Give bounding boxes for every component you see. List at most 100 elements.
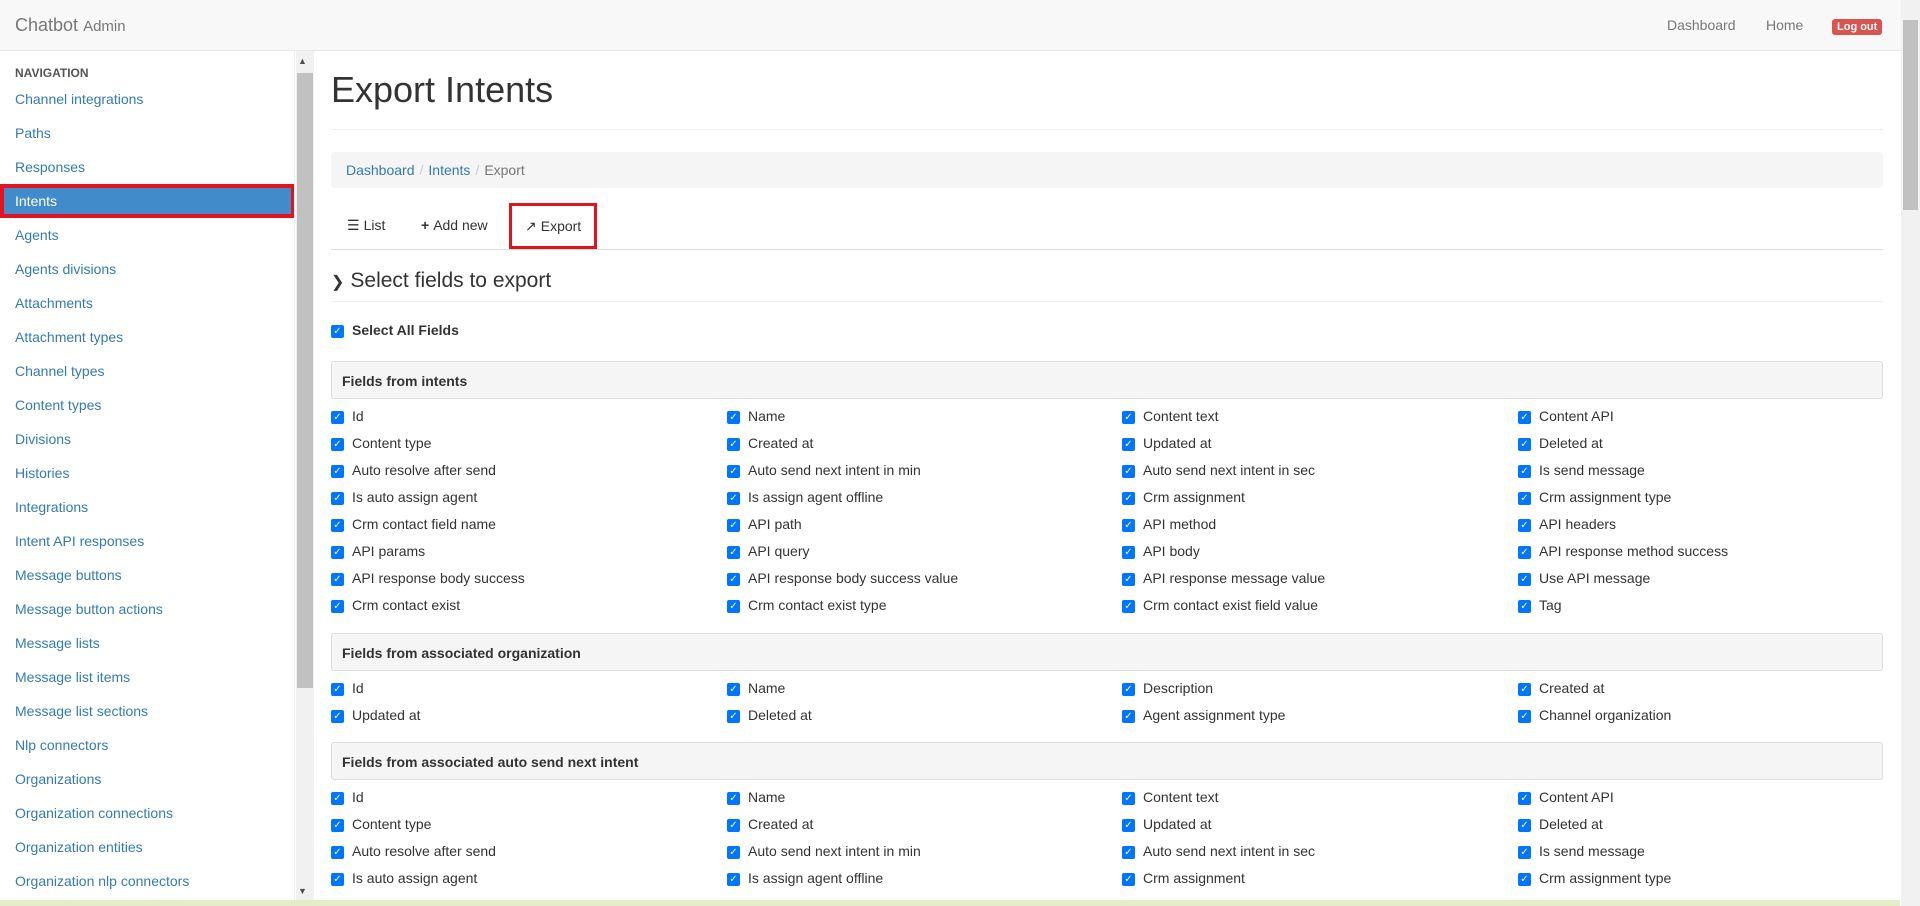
- checkbox[interactable]: ✓: [331, 872, 344, 886]
- field-checkbox[interactable]: ✓ API response body success: [331, 565, 525, 592]
- checkbox[interactable]: ✓: [1122, 545, 1135, 559]
- field-checkbox[interactable]: ✓ Is send message: [1518, 457, 1645, 484]
- field-checkbox[interactable]: ✓ API params: [331, 538, 425, 565]
- sidebar-item-channel-types[interactable]: Channel types: [0, 354, 294, 388]
- checkbox[interactable]: ✓: [727, 682, 740, 696]
- checkbox[interactable]: ✓: [1518, 599, 1531, 613]
- field-checkbox[interactable]: ✓ API path: [727, 511, 802, 538]
- field-checkbox[interactable]: ✓ Auto send next intent in sec: [1122, 838, 1315, 865]
- checkbox[interactable]: ✓: [1122, 818, 1135, 832]
- field-checkbox[interactable]: ✓ Name: [727, 403, 785, 430]
- checkbox[interactable]: ✓: [727, 791, 740, 805]
- checkbox[interactable]: ✓: [727, 572, 740, 586]
- tab-list[interactable]: ☰ List: [347, 203, 385, 247]
- checkbox[interactable]: ✓: [1518, 845, 1531, 859]
- field-checkbox[interactable]: ✓ Tag: [1518, 592, 1562, 619]
- checkbox[interactable]: ✓: [1122, 709, 1135, 723]
- sidebar-scrollbar-thumb[interactable]: [297, 73, 313, 688]
- field-checkbox[interactable]: ✓ Crm assignment type: [1518, 484, 1671, 511]
- field-checkbox[interactable]: ✓ Auto send next intent in sec: [1122, 457, 1315, 484]
- field-checkbox[interactable]: ✓ Auto send next intent in min: [727, 838, 921, 865]
- field-checkbox[interactable]: ✓ Name: [727, 675, 785, 702]
- field-checkbox[interactable]: ✓ Deleted at: [1518, 811, 1603, 838]
- sidebar-item-message-lists[interactable]: Message lists: [0, 626, 294, 660]
- checkbox[interactable]: ✓: [331, 682, 344, 696]
- checkbox[interactable]: ✓: [331, 464, 344, 478]
- logout-button[interactable]: Log out: [1832, 19, 1883, 35]
- brand-name[interactable]: Chatbot: [15, 15, 78, 35]
- sidebar-item-attachment-types[interactable]: Attachment types: [0, 320, 294, 354]
- field-checkbox[interactable]: ✓ Crm contact exist: [331, 592, 460, 619]
- sidebar-item-intents[interactable]: Intents: [0, 184, 294, 218]
- field-checkbox[interactable]: ✓ Crm contact field name: [331, 511, 496, 538]
- checkbox[interactable]: ✓: [727, 845, 740, 859]
- select-all-checkbox[interactable]: ✓ Select All Fields: [331, 322, 459, 338]
- checkbox[interactable]: ✓: [1518, 437, 1531, 451]
- checkbox[interactable]: ✓: [1518, 545, 1531, 559]
- checkbox[interactable]: ✓: [331, 437, 344, 451]
- field-checkbox[interactable]: ✓ Crm assignment type: [1518, 865, 1671, 892]
- field-checkbox[interactable]: ✓ API query: [727, 538, 809, 565]
- sidebar-item-channel-integrations[interactable]: Channel integrations: [0, 82, 294, 116]
- sidebar-item-organization-entities[interactable]: Organization entities: [0, 830, 294, 864]
- checkbox[interactable]: ✓: [1122, 518, 1135, 532]
- checkbox[interactable]: ✓: [331, 709, 344, 723]
- field-checkbox[interactable]: ✓ Is auto assign agent: [331, 865, 477, 892]
- field-checkbox[interactable]: ✓ Description: [1122, 675, 1213, 702]
- field-checkbox[interactable]: ✓ Crm assignment: [1122, 484, 1245, 511]
- checkbox[interactable]: ✓: [1518, 682, 1531, 696]
- checkbox[interactable]: ✓: [1122, 464, 1135, 478]
- field-checkbox[interactable]: ✓ Content API: [1518, 784, 1614, 811]
- checkbox[interactable]: ✓: [1122, 410, 1135, 424]
- field-checkbox[interactable]: ✓ API response body success value: [727, 565, 958, 592]
- field-checkbox[interactable]: ✓ Updated at: [1122, 430, 1212, 457]
- field-checkbox[interactable]: ✓ Is assign agent offline: [727, 484, 883, 511]
- checkbox[interactable]: ✓: [331, 545, 344, 559]
- sidebar-item-organizations[interactable]: Organizations: [0, 762, 294, 796]
- checkbox[interactable]: ✓: [727, 410, 740, 424]
- checkbox[interactable]: ✓: [1518, 410, 1531, 424]
- sidebar-item-paths[interactable]: Paths: [0, 116, 294, 150]
- checkbox[interactable]: ✓: [1122, 872, 1135, 886]
- sidebar-item-histories[interactable]: Histories: [0, 456, 294, 490]
- field-checkbox[interactable]: ✓ API body: [1122, 538, 1200, 565]
- checkbox[interactable]: ✓: [1518, 518, 1531, 532]
- field-checkbox[interactable]: ✓ Id: [331, 403, 364, 430]
- field-checkbox[interactable]: ✓ Deleted at: [1518, 430, 1603, 457]
- field-checkbox[interactable]: ✓ Use API message: [1518, 565, 1650, 592]
- field-checkbox[interactable]: ✓ Name: [727, 784, 785, 811]
- checkbox[interactable]: ✓: [1122, 845, 1135, 859]
- checkbox[interactable]: ✓: [1518, 791, 1531, 805]
- checkbox[interactable]: ✓: [1518, 872, 1531, 886]
- sidebar-item-message-list-sections[interactable]: Message list sections: [0, 694, 294, 728]
- field-checkbox[interactable]: ✓ Content type: [331, 430, 431, 457]
- checkbox[interactable]: ✓: [331, 599, 344, 613]
- checkbox[interactable]: ✓: [331, 845, 344, 859]
- scroll-up-arrow-icon[interactable]: ▲: [298, 56, 307, 66]
- checkbox[interactable]: ✓: [1518, 709, 1531, 723]
- checkbox[interactable]: ✓: [331, 410, 344, 424]
- checkbox[interactable]: ✓: [1122, 572, 1135, 586]
- field-checkbox[interactable]: ✓ Updated at: [331, 702, 421, 729]
- checkbox[interactable]: ✓: [727, 709, 740, 723]
- field-checkbox[interactable]: ✓ Auto resolve after send: [331, 838, 496, 865]
- scroll-down-arrow-icon[interactable]: ▼: [298, 886, 307, 896]
- field-checkbox[interactable]: ✓ API response method success: [1518, 538, 1728, 565]
- field-checkbox[interactable]: ✓ API method: [1122, 511, 1216, 538]
- sidebar-item-message-buttons[interactable]: Message buttons: [0, 558, 294, 592]
- field-checkbox[interactable]: ✓ Id: [331, 784, 364, 811]
- checkbox[interactable]: ✓: [727, 491, 740, 505]
- section-toggle[interactable]: ❯ Select fields to export: [331, 269, 551, 292]
- checkbox[interactable]: ✓: [1122, 491, 1135, 505]
- checkbox[interactable]: ✓: [727, 518, 740, 532]
- sidebar-item-content-types[interactable]: Content types: [0, 388, 294, 422]
- nav-home-link[interactable]: Home: [1766, 17, 1803, 33]
- sidebar-item-divisions[interactable]: Divisions: [0, 422, 294, 456]
- checkbox[interactable]: ✓: [727, 464, 740, 478]
- checkbox[interactable]: ✓: [727, 437, 740, 451]
- sidebar-item-intent-api-responses[interactable]: Intent API responses: [0, 524, 294, 558]
- field-checkbox[interactable]: ✓ API headers: [1518, 511, 1616, 538]
- checkbox[interactable]: ✓: [331, 818, 344, 832]
- checkbox[interactable]: ✓: [727, 545, 740, 559]
- sidebar-item-message-button-actions[interactable]: Message button actions: [0, 592, 294, 626]
